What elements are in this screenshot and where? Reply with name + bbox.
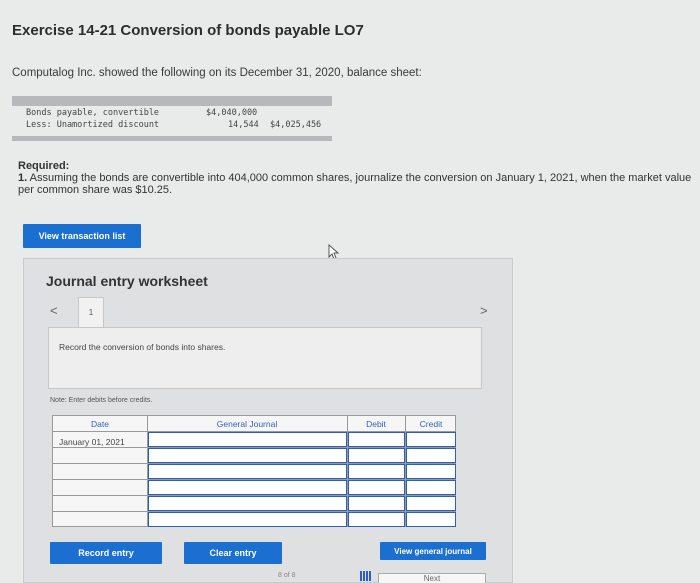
balance-sheet-row: Bonds payable, convertible $4,040,000 [26, 108, 336, 120]
debit-input[interactable] [348, 448, 405, 463]
column-header-date: Date [91, 419, 109, 429]
clear-entry-button[interactable]: Clear entry [184, 542, 282, 564]
exercise-title: Exercise 14-21 Conversion of bonds payab… [12, 22, 364, 39]
column-header-credit: Credit [419, 419, 443, 429]
journal-entry-worksheet: Journal entry worksheet < 1 > Record the… [23, 258, 513, 583]
intro-text: Computalog Inc. showed the following on … [12, 67, 422, 79]
required-text: Assuming the bonds are convertible into … [18, 172, 692, 196]
view-general-journal-button[interactable]: View general journal [380, 542, 486, 560]
bs-label: Less: Unamortized discount [26, 120, 160, 130]
grid-icon[interactable] [360, 571, 372, 581]
instruction-text: Record the conversion of bonds into shar… [59, 342, 226, 352]
account-input[interactable] [148, 464, 347, 479]
credit-input[interactable] [406, 464, 456, 479]
credit-input[interactable] [406, 432, 456, 447]
bs-label: Bonds payable, convertible [26, 108, 160, 118]
credit-input[interactable] [406, 448, 456, 463]
required-number: 1. [18, 172, 28, 184]
view-transaction-list-button[interactable]: View transaction list [23, 224, 141, 248]
account-input[interactable] [148, 512, 347, 527]
journal-table: Date General Journal Debit Credit Januar… [52, 415, 456, 527]
debit-input[interactable] [348, 464, 405, 479]
required-section: Required: 1. Assuming the bonds are conv… [18, 160, 698, 196]
credit-input[interactable] [406, 512, 456, 527]
required-heading: Required: [18, 160, 70, 172]
column-header-debit: Debit [366, 419, 386, 429]
bs-amount: $4,040,000 [206, 108, 258, 118]
date-cell: January 01, 2021 [59, 437, 125, 447]
column-header-general-journal: General Journal [216, 419, 278, 429]
debit-input[interactable] [348, 512, 405, 527]
credit-input[interactable] [406, 496, 456, 511]
debit-input[interactable] [348, 480, 405, 495]
record-entry-button[interactable]: Record entry [50, 542, 162, 564]
balance-sheet: Bonds payable, convertible $4,040,000 Le… [26, 108, 336, 132]
account-input[interactable] [148, 480, 347, 495]
note-text: Note: Enter debits before credits. [50, 397, 153, 404]
credit-input[interactable] [406, 480, 456, 495]
worksheet-title: Journal entry worksheet [46, 273, 208, 289]
balance-sheet-row: Less: Unamortized discount 14,544 $4,025… [26, 120, 336, 132]
account-input[interactable] [148, 432, 347, 447]
account-input[interactable] [148, 496, 347, 511]
balance-sheet-top-rule [12, 96, 332, 106]
pager-indicator: 8 of 8 [278, 572, 296, 579]
prev-chevron-icon[interactable]: < [50, 303, 58, 318]
instruction-box: Record the conversion of bonds into shar… [48, 327, 482, 389]
next-button[interactable]: Next [378, 573, 486, 583]
next-chevron-icon[interactable]: > [480, 303, 488, 318]
debit-input[interactable] [348, 432, 405, 447]
balance-sheet-bottom-rule [12, 136, 332, 141]
account-input[interactable] [148, 448, 347, 463]
bs-total: $4,025,456 [270, 120, 322, 130]
worksheet-tab-1[interactable]: 1 [78, 297, 104, 327]
bs-amount: 14,544 [228, 120, 259, 130]
debit-input[interactable] [348, 496, 405, 511]
required-item: 1. Assuming the bonds are convertible in… [18, 172, 698, 196]
